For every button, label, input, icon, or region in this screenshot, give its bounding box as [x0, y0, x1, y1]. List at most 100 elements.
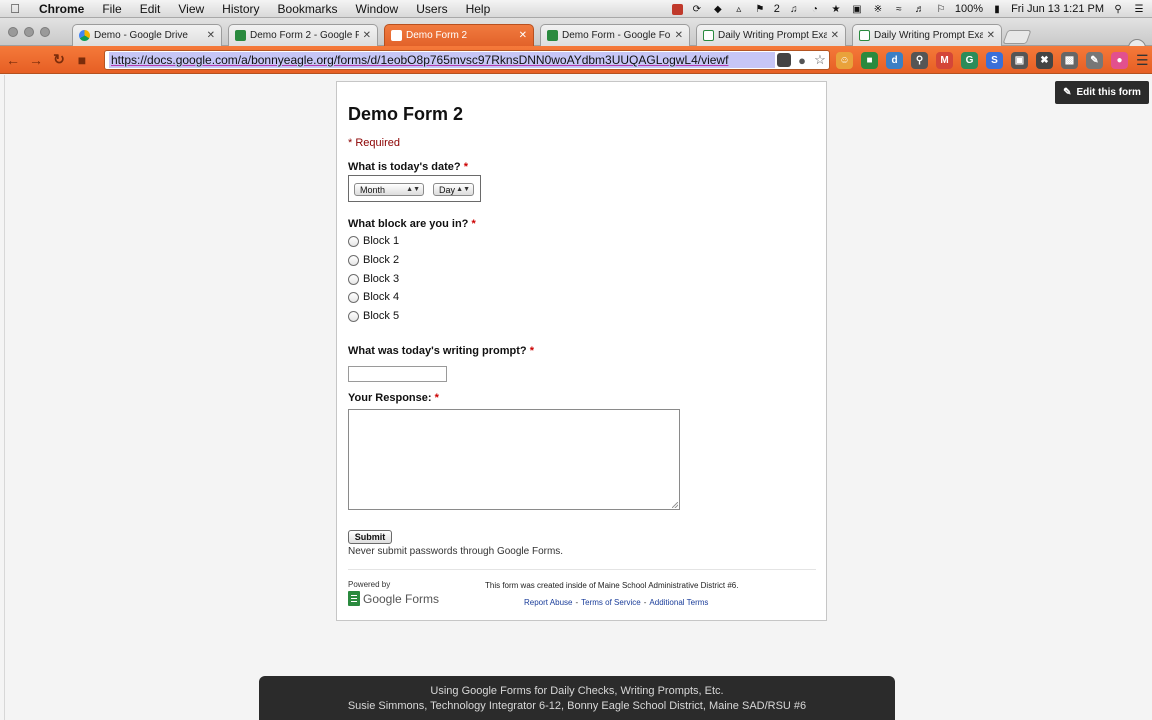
tab-demo-form-2-active[interactable]: Demo Form 2 ✕: [384, 24, 534, 46]
radio-block-4[interactable]: Block 4: [348, 291, 399, 303]
wifi-icon[interactable]: ≈: [892, 3, 906, 15]
page-action-icon[interactable]: [777, 53, 791, 67]
radio-button[interactable]: [348, 254, 359, 266]
tab-google-drive[interactable]: Demo - Google Drive ✕: [72, 24, 222, 46]
footer-links: Report Abuse - Terms of Service - Additi…: [524, 598, 708, 607]
edit-this-form-button[interactable]: ✎ Edit this form: [1055, 81, 1149, 104]
menu-history[interactable]: History: [213, 2, 268, 16]
drive-icon: [79, 30, 90, 41]
dropbox-icon[interactable]: ◆: [711, 3, 725, 15]
created-inside-note: This form was created inside of Maine Sc…: [485, 581, 739, 590]
tab-daily-writing-prompt-2[interactable]: Daily Writing Prompt Exam ✕: [852, 24, 1002, 46]
extension-camera-icon[interactable]: ▣: [1011, 52, 1028, 69]
extension-tools-icon[interactable]: ✖: [1036, 52, 1053, 69]
reload-icon[interactable]: ↻: [49, 50, 69, 70]
radio-block-5[interactable]: Block 5: [348, 310, 399, 322]
close-tab-icon[interactable]: ✕: [987, 30, 995, 41]
sync-icon[interactable]: ⟳: [690, 3, 704, 15]
menu-edit[interactable]: Edit: [131, 2, 170, 16]
browser-toolbar: ← → ↻ ■ https://docs.google.com/a/bonnye…: [0, 46, 1152, 74]
minimize-window-button[interactable]: [24, 27, 34, 37]
extension-classroom-icon[interactable]: ■: [861, 52, 878, 69]
radio-block-3[interactable]: Block 3: [348, 273, 399, 285]
close-tab-icon[interactable]: ✕: [519, 30, 527, 41]
record-icon[interactable]: [671, 3, 683, 15]
extension-s-icon[interactable]: S: [986, 52, 1003, 69]
menu-window[interactable]: Window: [347, 2, 408, 16]
select-arrows-icon: ▲▼: [456, 186, 470, 193]
drive-status-icon[interactable]: ▵: [732, 3, 746, 15]
powered-by-label: Powered by: [348, 580, 391, 589]
new-tab-button[interactable]: [1002, 30, 1032, 44]
flag-icon[interactable]: ⚐: [934, 3, 948, 15]
caption-line-2: Susie Simmons, Technology Integrator 6-1…: [347, 700, 807, 712]
notification-center-icon[interactable]: ☰: [1132, 3, 1146, 15]
link-separator: -: [575, 598, 579, 607]
radio-button[interactable]: [348, 310, 359, 322]
url-text[interactable]: https://docs.google.com/a/bonnyeagle.org…: [109, 52, 775, 68]
tab-demo-form-2-edit[interactable]: Demo Form 2 - Google Fo ✕: [228, 24, 378, 46]
day-select[interactable]: Day ▲▼: [433, 183, 474, 196]
radio-button[interactable]: [348, 273, 359, 285]
back-icon[interactable]: ←: [3, 50, 23, 70]
extension-face-icon[interactable]: ☺: [836, 52, 853, 69]
radio-block-2[interactable]: Block 2: [348, 254, 399, 266]
bluetooth-icon[interactable]: ※: [871, 3, 885, 15]
question-date-label: What is today's date? *: [348, 161, 468, 173]
menu-users[interactable]: Users: [407, 2, 456, 16]
radio-block-1[interactable]: Block 1: [348, 235, 399, 247]
extension-docs-icon[interactable]: d: [886, 52, 903, 69]
bell-icon[interactable]: ♫: [787, 3, 801, 15]
menu-app-name[interactable]: Chrome: [30, 2, 93, 16]
bookmark-star-icon[interactable]: ☆: [811, 52, 829, 68]
menu-help[interactable]: Help: [457, 2, 500, 16]
additional-terms-link[interactable]: Additional Terms: [649, 598, 708, 607]
close-tab-icon[interactable]: ✕: [831, 30, 839, 41]
time-machine-icon[interactable]: ◔: [808, 3, 822, 15]
radio-button[interactable]: [348, 235, 359, 247]
gmail-extension-icon[interactable]: M: [936, 52, 953, 69]
submit-button[interactable]: Submit: [348, 530, 392, 544]
form-title: Demo Form 2: [348, 104, 464, 124]
home-icon[interactable]: ■: [72, 50, 92, 70]
close-window-button[interactable]: [8, 27, 18, 37]
tab-strip: Demo - Google Drive ✕ Demo Form 2 - Goog…: [0, 18, 1152, 61]
extension-search-icon[interactable]: ⚲: [911, 52, 928, 69]
writing-prompt-input[interactable]: [348, 366, 447, 382]
resize-handle[interactable]: [672, 502, 678, 508]
chrome-menu-icon[interactable]: ☰: [1136, 52, 1149, 69]
page-content: ✎ Edit this form Demo Form 2 * Required …: [0, 75, 1152, 720]
close-tab-icon[interactable]: ✕: [675, 30, 683, 41]
report-abuse-link[interactable]: Report Abuse: [524, 598, 572, 607]
radio-button[interactable]: [348, 291, 359, 303]
forward-icon[interactable]: →: [26, 50, 46, 70]
forms-icon: [391, 30, 402, 41]
close-tab-icon[interactable]: ✕: [363, 30, 371, 41]
close-tab-icon[interactable]: ✕: [207, 30, 215, 41]
zoom-window-button[interactable]: [40, 27, 50, 37]
menu-view[interactable]: View: [169, 2, 213, 16]
menu-bookmarks[interactable]: Bookmarks: [269, 2, 347, 16]
month-select[interactable]: Month ▲▼: [354, 183, 424, 196]
clock[interactable]: Fri Jun 13 1:21 PM: [1011, 3, 1104, 15]
mic-icon[interactable]: ●: [793, 53, 811, 68]
extension-screen-icon[interactable]: ▩: [1061, 52, 1078, 69]
address-bar[interactable]: https://docs.google.com/a/bonnyeagle.org…: [104, 50, 830, 70]
google-forms-logo[interactable]: Google Forms: [348, 591, 439, 606]
extension-g-icon[interactable]: G: [961, 52, 978, 69]
tab-daily-writing-prompt-1[interactable]: Daily Writing Prompt Exam ✕: [696, 24, 846, 46]
tab-demo-form[interactable]: Demo Form - Google Form ✕: [540, 24, 690, 46]
display-icon[interactable]: ▣: [850, 3, 864, 15]
volume-icon[interactable]: ♬: [913, 3, 927, 15]
spotlight-icon[interactable]: ⚲: [1111, 3, 1125, 15]
extension-pink-icon[interactable]: ●: [1111, 52, 1128, 69]
response-textarea[interactable]: [348, 409, 680, 510]
notification-icon[interactable]: ⚑: [753, 3, 767, 15]
terms-of-service-link[interactable]: Terms of Service: [581, 598, 641, 607]
battery-icon[interactable]: ▮: [990, 3, 1004, 15]
menu-file[interactable]: File: [93, 2, 130, 16]
apple-icon[interactable]: : [0, 1, 30, 16]
extension-pen-icon[interactable]: ✎: [1086, 52, 1103, 69]
window-controls: [8, 27, 50, 37]
dashboard-icon[interactable]: ★: [829, 3, 843, 15]
